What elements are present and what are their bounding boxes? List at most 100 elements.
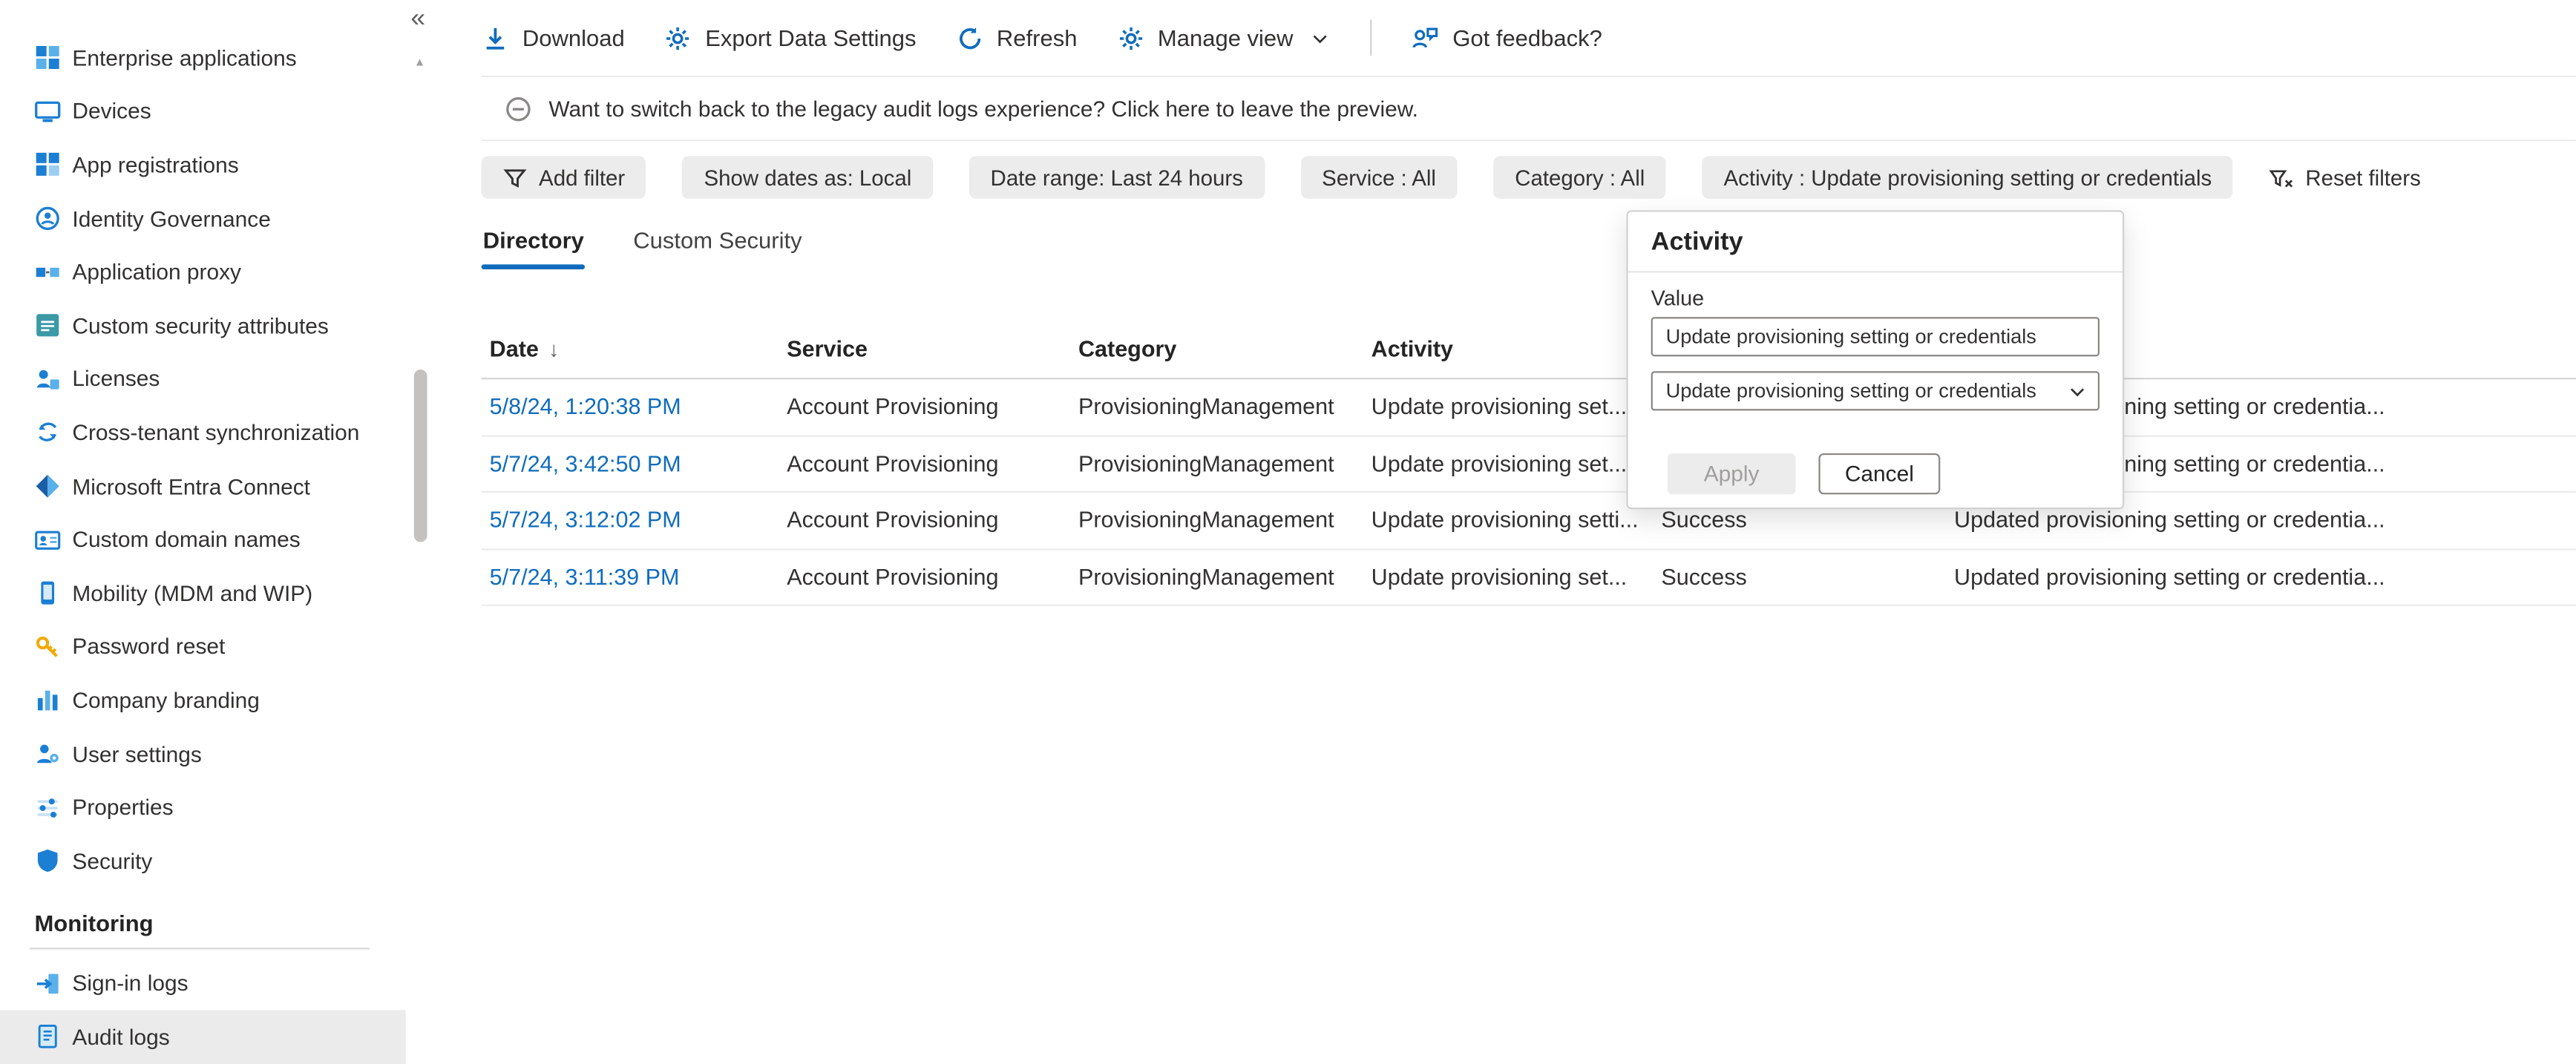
add-filter-button[interactable]: Add filter	[481, 156, 647, 199]
got-feedback-button[interactable]: Got feedback?	[1412, 24, 1602, 52]
table-row[interactable]: 5/8/24, 1:20:38 PM Account Provisioning …	[481, 379, 2576, 436]
filter-pill[interactable]: Date range: Last 24 hours	[969, 156, 1265, 199]
filter-funnel-icon	[502, 165, 527, 189]
table-row[interactable]: 5/7/24, 3:12:02 PM Account Provisioning …	[481, 493, 2576, 550]
audit-logs-icon	[34, 1024, 60, 1050]
export-data-settings-button[interactable]: Export Data Settings	[664, 24, 916, 52]
sidebar-item[interactable]: Sign-in logs	[0, 956, 406, 1010]
cell-activity: Update provisioning set...	[1371, 564, 1628, 590]
sidebar-item-label: Identity Governance	[72, 206, 271, 231]
sidebar-item-label: Sign-in logs	[72, 971, 189, 996]
sidebar-item[interactable]: Cross-tenant synchronization	[0, 406, 406, 459]
sidebar-item[interactable]: Custom security attributes	[0, 299, 406, 352]
cancel-button[interactable]: Cancel	[1818, 453, 1941, 495]
sidebar-divider	[29, 947, 370, 949]
sidebar-item-label: Password reset	[72, 634, 226, 660]
download-button[interactable]: Download	[482, 24, 625, 52]
entra-audit-logs-page: Enterprise applications Devices App regi…	[0, 0, 2576, 1064]
cell-status: Success	[1661, 508, 1747, 533]
identity-governance-icon	[34, 206, 60, 231]
popup-body: Value Update provisioning setting or cre…	[1628, 272, 2123, 508]
sidebar-item[interactable]: Identity Governance	[0, 192, 406, 246]
table-body: 5/8/24, 1:20:38 PM Account Provisioning …	[481, 379, 2576, 606]
sidebar-item[interactable]: Custom domain names	[0, 513, 406, 566]
cell-category: ProvisioningManagement	[1078, 394, 1334, 420]
activity-value-dropdown[interactable]: Update provisioning setting or credentia…	[1651, 371, 2100, 411]
column-header-category[interactable]: Category	[1078, 336, 1371, 361]
sidebar-item-label: Devices	[72, 99, 151, 124]
tab[interactable]: Custom Security	[632, 223, 804, 269]
date-link[interactable]: 5/8/24, 1:20:38 PM	[490, 395, 681, 419]
filter-pill[interactable]: Category : All	[1493, 156, 1667, 199]
download-icon	[482, 24, 510, 52]
refresh-icon	[956, 24, 984, 52]
audit-log-table: Date ↓ Service Category Activity Status …	[481, 318, 2576, 606]
entra-connect-icon	[34, 473, 60, 499]
column-header-date[interactable]: Date ↓	[490, 336, 787, 361]
column-header-service[interactable]: Service	[787, 336, 1078, 361]
column-header-activity[interactable]: Activity	[1371, 336, 1662, 361]
cell-date: 5/8/24, 1:20:38 PM	[490, 395, 787, 419]
cell-status-reason: Updated provisioning setting or credenti…	[1954, 564, 2385, 590]
app-registrations-icon	[34, 152, 60, 178]
sidebar-item[interactable]: Enterprise applications	[0, 31, 406, 85]
sidebar-item[interactable]: Company branding	[0, 674, 406, 727]
sidebar-item[interactable]: Password reset	[0, 620, 406, 674]
table-row[interactable]: 5/7/24, 3:42:50 PM Account Provisioning …	[481, 436, 2576, 493]
sidebar-item[interactable]: Properties	[0, 781, 406, 834]
sidebar-scrollbar: « ▲	[406, 0, 437, 1064]
feedback-icon	[1412, 24, 1440, 52]
cell-service: Account Provisioning	[787, 451, 999, 476]
cell-status-reason: Updated provisioning setting or credenti…	[1954, 508, 2385, 533]
scrollbar-thumb[interactable]	[413, 370, 427, 542]
sidebar-monitoring-nav: Sign-in logs Audit logs	[0, 956, 406, 1064]
popup-buttons: Apply Cancel	[1667, 453, 2100, 498]
sidebar-item[interactable]: Microsoft Entra Connect	[0, 459, 406, 513]
sidebar-item[interactable]: App registrations	[0, 138, 406, 191]
settings-gear-icon	[1117, 24, 1145, 52]
table-row[interactable]: 5/7/24, 3:11:39 PM Account Provisioning …	[481, 549, 2576, 606]
sidebar-item[interactable]: Audit logs	[0, 1010, 406, 1064]
password-reset-icon	[34, 634, 60, 660]
chevron-down-icon	[2067, 380, 2088, 401]
sidebar-item[interactable]: Licenses	[0, 352, 406, 406]
filter-pill[interactable]: Service : All	[1300, 156, 1458, 199]
sidebar-item-label: Security	[72, 848, 153, 873]
sidebar-nav: Enterprise applications Devices App regi…	[0, 0, 406, 887]
date-link[interactable]: 5/7/24, 3:11:39 PM	[490, 565, 680, 589]
sidebar-item[interactable]: Security	[0, 834, 406, 887]
apply-button[interactable]: Apply	[1667, 453, 1796, 495]
custom-domain-names-icon	[34, 527, 61, 553]
scrollbar-up-arrow[interactable]: ▲	[414, 57, 425, 68]
sidebar-item-label: Cross-tenant synchronization	[72, 420, 360, 445]
date-link[interactable]: 5/7/24, 3:42:50 PM	[490, 451, 681, 476]
tab[interactable]: Directory	[481, 223, 587, 270]
cell-date: 5/7/24, 3:11:39 PM	[490, 565, 787, 589]
cell-status: Success	[1661, 564, 1747, 590]
user-settings-icon	[34, 740, 60, 766]
cell-service: Account Provisioning	[787, 564, 999, 590]
preview-banner: Want to switch back to the legacy audit …	[481, 77, 2576, 142]
sidebar: Enterprise applications Devices App regi…	[0, 0, 406, 1064]
activity-value-input[interactable]	[1651, 317, 2100, 357]
sidebar-item[interactable]: User settings	[0, 727, 406, 781]
collapse-sidebar-button[interactable]: «	[410, 6, 425, 33]
sign-in-logs-icon	[34, 971, 60, 996]
filter-pill[interactable]: Show dates as: Local	[682, 156, 934, 199]
popup-title: Activity	[1628, 212, 2123, 273]
refresh-button[interactable]: Refresh	[956, 24, 1077, 52]
filter-pill[interactable]: Activity : Update provisioning setting o…	[1702, 156, 2234, 199]
sidebar-item[interactable]: Devices	[0, 85, 406, 138]
reset-filters-icon	[2269, 165, 2294, 189]
sidebar-item[interactable]: Mobility (MDM and WIP)	[0, 567, 406, 620]
sidebar-item-label: Custom security attributes	[72, 313, 329, 338]
date-link[interactable]: 5/7/24, 3:12:02 PM	[490, 508, 681, 533]
reset-filters-button[interactable]: Reset filters	[2269, 156, 2421, 199]
banner-message[interactable]: Want to switch back to the legacy audit …	[548, 96, 1418, 120]
sort-descending-icon: ↓	[548, 335, 560, 361]
manage-view-button[interactable]: Manage view	[1117, 24, 1331, 52]
sidebar-item-label: Properties	[72, 795, 174, 820]
application-proxy-icon	[34, 259, 60, 285]
sidebar-item[interactable]: Application proxy	[0, 246, 406, 299]
sidebar-item-label: Audit logs	[72, 1025, 170, 1050]
